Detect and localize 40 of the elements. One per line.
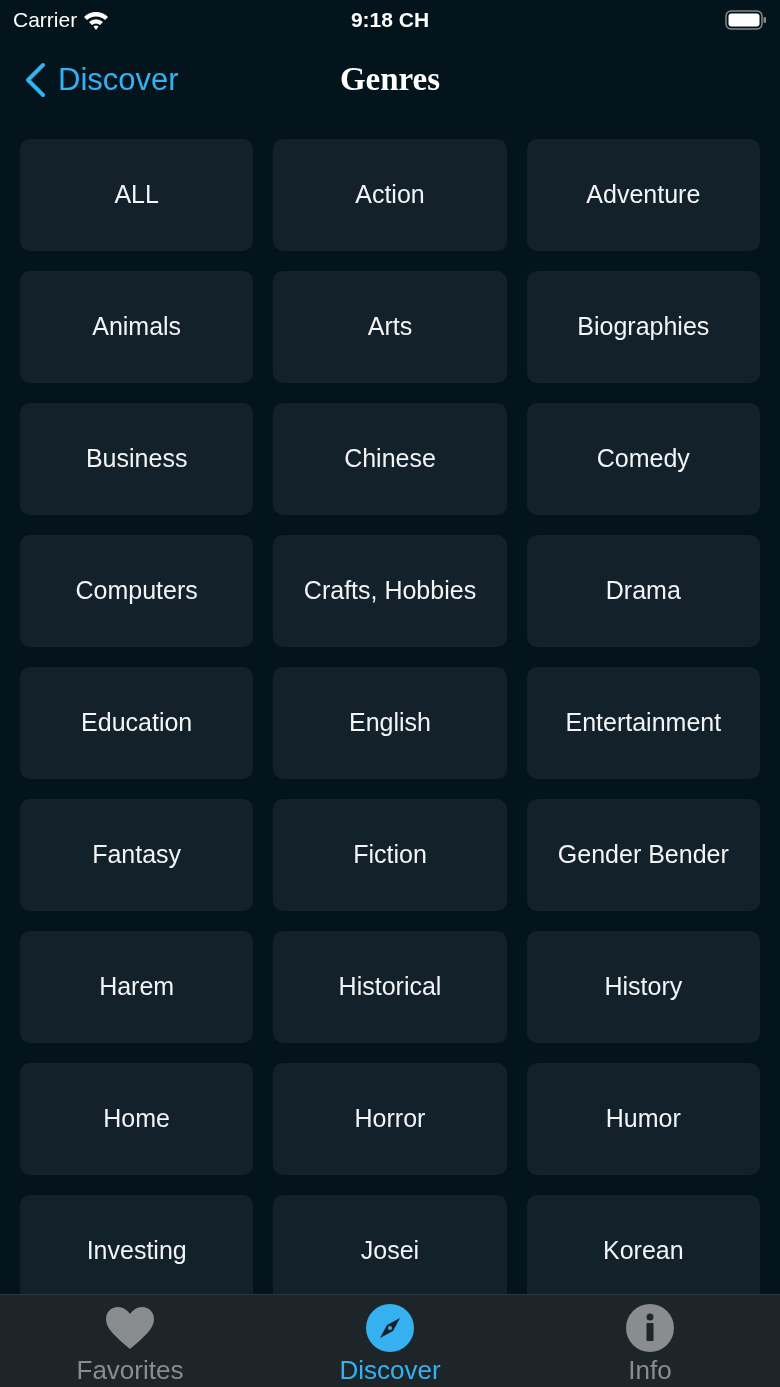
genre-button[interactable]: Chinese <box>273 403 507 515</box>
tab-item[interactable]: Discover <box>260 1295 520 1387</box>
carrier-label: Carrier <box>13 7 78 34</box>
genre-button[interactable]: Education <box>20 667 254 779</box>
page-title: Genres <box>339 60 441 100</box>
genre-button[interactable]: Drama <box>526 535 760 647</box>
genre-button[interactable]: Biographies <box>526 271 760 383</box>
genre-button[interactable]: Crafts, Hobbies <box>273 535 507 647</box>
tab-item[interactable]: Favorites <box>0 1295 260 1387</box>
genre-button[interactable]: Investing <box>20 1195 254 1294</box>
genre-button[interactable]: ALL <box>20 139 254 251</box>
genre-button[interactable]: Home <box>20 1063 254 1175</box>
battery-icon <box>725 10 767 30</box>
genre-button[interactable]: Business <box>20 403 254 515</box>
wifi-icon <box>83 10 110 30</box>
genre-button[interactable]: Adventure <box>526 139 760 251</box>
genre-button[interactable]: Animals <box>20 271 254 383</box>
genre-button[interactable]: Action <box>273 139 507 251</box>
genre-button[interactable]: Fiction <box>273 799 507 911</box>
genre-button[interactable]: Josei <box>273 1195 507 1294</box>
status-time: 9:18 CH <box>350 7 430 34</box>
genre-button[interactable]: History <box>526 931 760 1043</box>
genre-button[interactable]: Gender Bender <box>526 799 760 911</box>
compass-icon <box>366 1304 414 1352</box>
genre-button[interactable]: Fantasy <box>20 799 254 911</box>
genre-button[interactable]: Arts <box>273 271 507 383</box>
genre-button[interactable]: Entertainment <box>526 667 760 779</box>
genre-button[interactable]: Harem <box>20 931 254 1043</box>
genre-button[interactable]: Korean <box>526 1195 760 1294</box>
back-button[interactable]: Discover <box>0 56 179 104</box>
genre-button[interactable]: Historical <box>273 931 507 1043</box>
genre-button[interactable]: Horror <box>273 1063 507 1175</box>
genre-button[interactable]: English <box>273 667 507 779</box>
genre-button[interactable]: Humor <box>526 1063 760 1175</box>
info-icon <box>626 1304 674 1352</box>
genre-button[interactable]: Comedy <box>526 403 760 515</box>
genre-button[interactable]: Computers <box>20 535 254 647</box>
tab-item[interactable]: Info <box>520 1295 780 1387</box>
heart-icon <box>106 1307 154 1349</box>
chevron-left-icon <box>24 62 46 98</box>
